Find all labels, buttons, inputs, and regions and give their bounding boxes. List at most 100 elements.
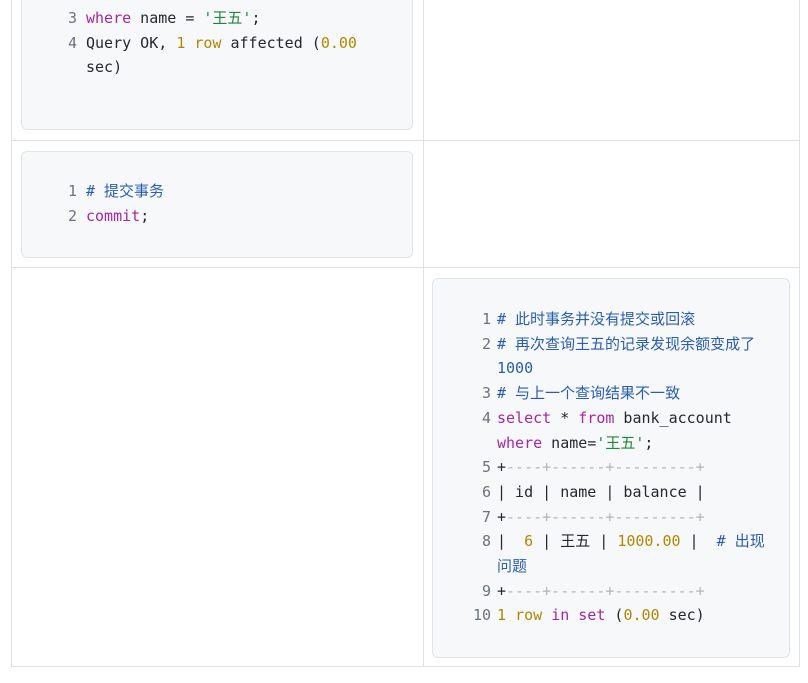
code-line: 9 +----+------+---------+ — [467, 579, 705, 603]
code-token: + — [497, 458, 507, 477]
code-text: | 6 | 王五 | 1000.00 | # 出现 — [497, 529, 765, 553]
line-number: 5 — [481, 458, 491, 477]
line-number: 3 — [481, 384, 491, 403]
code-line: where name='王五'; — [467, 431, 653, 455]
code-line: 1 # 此时事务并没有提交或回滚 — [467, 307, 695, 331]
code-token: | — [497, 532, 525, 551]
code-token: 1000 — [497, 359, 534, 378]
code-token: 1 — [497, 606, 507, 625]
code-text: # 此时事务并没有提交或回滚 — [497, 307, 695, 331]
code-token: row — [194, 33, 222, 52]
code-token: # 再次查询王五的记录发现余额变成了 — [497, 334, 756, 353]
code-line: 2 # 再次查询王五的记录发现余额变成了 — [467, 332, 755, 356]
line-number: 2 — [67, 206, 77, 225]
line-number: 3 — [67, 9, 77, 27]
code-token: name = — [131, 9, 204, 27]
code-token: # 出现 — [716, 532, 765, 551]
code-token: ( — [605, 606, 624, 625]
code-token: ; — [140, 206, 150, 225]
line-number: 4 — [67, 33, 77, 52]
code-token: ----+------+---------+ — [506, 581, 705, 600]
code-line: 1000 — [467, 356, 533, 380]
code-token: 问题 — [497, 557, 528, 575]
code-token: | id | name | balance | — [497, 482, 705, 501]
code-token: where — [497, 433, 543, 452]
line-number: 9 — [481, 581, 491, 600]
code-token: | 王五 | — [533, 532, 618, 551]
code-token: set — [578, 606, 606, 625]
code-token: name= — [542, 433, 597, 452]
code-token: 1000.00 — [617, 532, 681, 551]
code-token: * — [551, 408, 579, 427]
code-text: # 与上一个查询结果不一致 — [497, 381, 680, 405]
code-line: 10 1 row in set (0.00 sec) — [467, 603, 705, 627]
code-block-commit: 1 # 提交事务 2 commit; — [21, 151, 413, 258]
code-token: ----+------+---------+ — [506, 507, 705, 526]
code-token: select — [497, 408, 552, 427]
code-token: # 提交事务 — [86, 182, 165, 200]
code-token: from — [578, 408, 615, 427]
code-token: bank_account — [614, 408, 732, 427]
code-text: Query OK, 1 row affected (0.00 — [86, 31, 357, 55]
code-text: select * from bank_account — [497, 406, 732, 430]
code-text: # 再次查询王五的记录发现余额变成了 — [497, 332, 755, 356]
code-token: commit — [86, 206, 141, 225]
column-divider — [423, 0, 424, 667]
code-token: in — [551, 606, 570, 625]
code-token: 6 — [524, 532, 534, 551]
code-token: 0.00 — [623, 606, 660, 625]
code-text: commit; — [86, 204, 149, 228]
line-number: 6 — [481, 482, 491, 501]
code-text: where name = '王五'; — [86, 6, 261, 30]
line-number: 1 — [67, 182, 77, 200]
line-number: 1 — [481, 310, 491, 328]
code-token: ; — [644, 433, 654, 452]
code-token: 0.00 — [320, 33, 357, 52]
line-number: 2 — [481, 334, 491, 353]
code-token: '王五' — [596, 433, 645, 452]
code-line: 8 | 6 | 王五 | 1000.00 | # 出现 — [467, 529, 765, 553]
row-divider — [12, 267, 800, 268]
code-line: 5 +----+------+---------+ — [467, 455, 705, 479]
code-token: sec) — [659, 606, 705, 625]
code-token: 1 — [176, 33, 186, 52]
code-token: ; — [251, 9, 261, 27]
code-token: # 与上一个查询结果不一致 — [497, 384, 681, 403]
code-token: + — [497, 581, 507, 600]
code-token: row — [515, 606, 543, 625]
code-text: # 提交事务 — [86, 179, 164, 203]
row-divider — [12, 140, 800, 141]
code-line: 问题 — [467, 554, 527, 578]
code-line: 7 +----+------+---------+ — [467, 505, 705, 529]
code-text: +----+------+---------+ — [497, 455, 705, 479]
code-text: 1000 — [497, 356, 533, 380]
code-text: 问题 — [497, 554, 527, 578]
code-token: ----+------+---------+ — [506, 458, 705, 477]
code-token: sec) — [86, 58, 123, 77]
line-number: 4 — [481, 408, 491, 427]
code-text: +----+------+---------+ — [497, 579, 705, 603]
code-text: 1 row in set (0.00 sec) — [497, 603, 705, 627]
code-block-session-a-update: 3 where name = '王五'; 4 Query OK, 1 row affe… — [21, 0, 413, 130]
code-text: where name='王五'; — [497, 431, 653, 455]
transaction-table: 3 where name = '王五'; 4 Query OK, 1 row affe… — [11, 0, 800, 667]
code-line: sec) — [55, 55, 122, 79]
code-line: 4 Query OK, 1 row affected (0.00 — [55, 31, 357, 55]
code-token: '王五' — [203, 9, 252, 27]
code-token: + — [497, 507, 507, 526]
code-text: | id | name | balance | — [497, 480, 705, 504]
code-line: 3 where name = '王五'; — [55, 6, 261, 30]
code-block-session-b-query: 1 # 此时事务并没有提交或回滚 2 # 再次查询王五的记录发现余额变成了 1000 3 #… — [432, 278, 790, 658]
line-number: 8 — [481, 532, 491, 551]
line-number: 7 — [481, 507, 491, 526]
code-line: 6 | id | name | balance | — [467, 480, 705, 504]
code-token: affected ( — [221, 33, 321, 52]
code-line: 3 # 与上一个查询结果不一致 — [467, 381, 680, 405]
code-token: # 此时事务并没有提交或回滚 — [497, 310, 696, 328]
code-token: | — [680, 532, 717, 551]
code-token: where — [86, 9, 132, 27]
code-text: +----+------+---------+ — [497, 505, 705, 529]
code-line: 1 # 提交事务 — [55, 179, 164, 203]
